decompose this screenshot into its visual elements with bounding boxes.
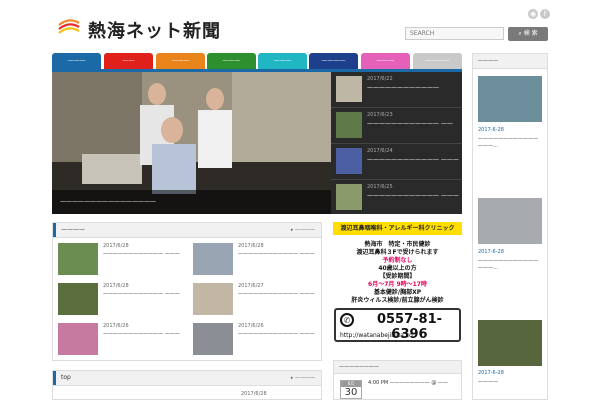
news-date: 2017/6/28	[241, 391, 267, 397]
slider-list: 2017/6/22 ———————————— 2017/6/23 ———————…	[331, 72, 462, 214]
ad-header: 渡辺耳鼻咽喉科・アレルギー科クリニック	[333, 222, 462, 235]
search-icon: ⌕	[518, 30, 522, 37]
more-link[interactable]: ▸ ————	[291, 223, 315, 237]
sidebar-title: ————	[473, 54, 547, 69]
ad-line: 予約制なし	[382, 257, 413, 264]
slider-item-title: ————————————	[367, 84, 439, 91]
slider-thumb	[336, 148, 362, 174]
news-title: ———————————— ———	[103, 251, 180, 257]
news-date: 2017/6/28	[238, 243, 264, 249]
news-date: 2017/6/28	[103, 283, 129, 289]
ad-line: 40歳以上の方	[378, 265, 417, 272]
news-title: ———————————— ———	[103, 291, 180, 297]
sidebar-post-title[interactable]: ———————————— ———…	[478, 136, 544, 150]
nav-tab-3[interactable]: ———	[156, 53, 205, 69]
site-logo-icon[interactable]	[57, 16, 81, 38]
news-thumb	[58, 243, 98, 275]
slider-item-title: ———————————— ——	[367, 120, 453, 127]
news-card[interactable]: 2017/6/28 ———————————— ———	[55, 279, 185, 323]
sidebar-post-date: 2017-6-28	[478, 127, 504, 133]
news-thumb	[58, 283, 98, 315]
panel-title: ————	[61, 226, 85, 233]
sidebar-thumb[interactable]	[478, 76, 542, 122]
more-link[interactable]: ▸ ————	[291, 371, 315, 385]
slider-item-title: ———————————— ———	[367, 192, 459, 199]
panel-accent-bar	[53, 371, 56, 385]
ad-line: 【受診期間】	[379, 273, 416, 280]
panel-title: top	[61, 374, 71, 381]
slider-item-date: 2017/6/25	[367, 184, 393, 190]
sidebar-thumb[interactable]	[478, 198, 542, 244]
slider-item-title: ———————————— ———	[367, 156, 459, 163]
nav-tab-8[interactable]: ————	[413, 53, 462, 69]
news-thumb	[58, 323, 98, 355]
slider-item[interactable]: 2017/6/25 ———————————— ———	[331, 180, 462, 214]
sidebar-post-date: 2017-6-28	[478, 249, 504, 255]
featured-photo[interactable]: ————————————————	[52, 72, 331, 214]
slider-item[interactable]: 2017/6/22 ————————————	[331, 72, 462, 108]
news-card[interactable]: 2017/6/28 ———————————— ———	[190, 239, 320, 283]
calendar-date: 6月 30	[340, 380, 362, 399]
news-thumb	[193, 323, 233, 355]
ad-url: http://watanabejibika.co	[340, 332, 413, 339]
right-sidebar: ———— 2017-6-28 ———————————— ———… 2017-6-…	[472, 53, 548, 400]
ad-line: 6月～7月 9時～17時	[368, 281, 427, 288]
facebook-icon[interactable]: f	[540, 9, 550, 19]
top-panel: top ▸ ———— 2017/6/28	[52, 370, 322, 400]
event-calendar: ———————— 6月 30 4:00 PM ———————— @ ——	[333, 360, 462, 400]
news-title: ———————————— ———	[238, 331, 315, 337]
ad-phone-box: ✆ 0557-81-6396 http://watanabejibika.co	[334, 308, 461, 342]
slider-thumb	[336, 184, 362, 210]
sidebar-post-date: 2017-6-28	[478, 370, 504, 376]
calendar-title: ————————	[334, 361, 461, 374]
ad-line: 渡辺耳鼻科３Fで受けられます	[356, 249, 439, 256]
news-card[interactable]: 2017/6/26 ———————————— ———	[190, 319, 320, 363]
nav-tab-2[interactable]: ——	[104, 53, 153, 69]
sidebar-thumb[interactable]	[478, 320, 542, 366]
phone-icon: ✆	[340, 313, 354, 327]
search-button[interactable]: ⌕ 検 索	[508, 27, 548, 41]
slider-item[interactable]: 2017/6/23 ———————————— ——	[331, 108, 462, 144]
nav-tab-6[interactable]: ————	[309, 53, 358, 69]
news-card[interactable]: 2017/6/26 ———————————— ———	[55, 319, 185, 363]
slider-item-date: 2017/6/22	[367, 76, 393, 82]
news-date: 2017/6/28	[103, 243, 129, 249]
news-date: 2017/6/26	[238, 323, 264, 329]
featured-caption[interactable]: ————————————————	[52, 190, 331, 214]
news-date: 2017/6/27	[238, 283, 264, 289]
news-date: 2017/6/26	[103, 323, 129, 329]
news-title: ———————————— ———	[238, 291, 315, 297]
panel-header: ———— ▸ ————	[53, 223, 321, 238]
slider-item-date: 2017/6/23	[367, 112, 393, 118]
news-thumb	[193, 283, 233, 315]
slider-thumb	[336, 112, 362, 138]
sidebar-post-title[interactable]: ———————————— ———…	[478, 258, 544, 272]
panel-accent-bar	[53, 223, 56, 237]
ad-line: 熱海市 特定・市民健診	[364, 241, 431, 248]
nav-tab-7[interactable]: ———	[361, 53, 410, 69]
news-card[interactable]: 2017/6/27 ———————————— ———	[190, 279, 320, 323]
clinic-ad-banner[interactable]: 渡辺耳鼻咽喉科・アレルギー科クリニック 熱海市 特定・市民健診 渡辺耳鼻科３Fで…	[333, 222, 462, 350]
latest-news-panel: ———— ▸ ———— 2017/6/28 ———————————— ——— 2…	[52, 222, 322, 361]
news-thumb	[193, 243, 233, 275]
featured-slider: ———————————————— 2017/6/22 ———————————— …	[52, 72, 462, 214]
news-title: ———————————— ———	[103, 331, 180, 337]
news-title: ———————————— ———	[238, 251, 315, 257]
panel-header: top ▸ ————	[53, 371, 321, 386]
rss-icon[interactable]: ◉	[528, 9, 538, 19]
ad-line: 肝炎ウィルス検診/前立腺がん検診	[351, 297, 444, 304]
ad-line: 基本健診/胸部XP	[373, 289, 422, 296]
site-title[interactable]: 熱海ネット新聞	[88, 17, 221, 43]
nav-tab-1[interactable]: ———	[52, 53, 101, 69]
news-card[interactable]: 2017/6/28 ———————————— ———	[55, 239, 185, 283]
sidebar-post-title[interactable]: ————	[478, 379, 544, 386]
slider-thumb	[336, 76, 362, 102]
calendar-event[interactable]: 4:00 PM ———————— @ ——	[368, 380, 448, 386]
search-input[interactable]	[405, 27, 504, 40]
nav-tab-5[interactable]: ———	[258, 53, 307, 69]
nav-tab-4[interactable]: ———	[207, 53, 256, 69]
slider-item-date: 2017/6/24	[367, 148, 393, 154]
slider-item[interactable]: 2017/6/24 ———————————— ———	[331, 144, 462, 180]
